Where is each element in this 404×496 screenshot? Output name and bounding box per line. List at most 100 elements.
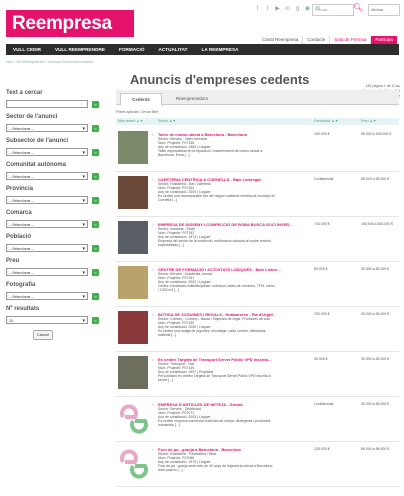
facebook-icon[interactable]: f: [254, 6, 261, 13]
go-button[interactable]: »: [92, 220, 99, 228]
sort-facturacio[interactable]: Facturació ▲▼: [314, 118, 338, 125]
listing-thumbnail[interactable]: [118, 311, 148, 344]
search-sidebar: Text a cercar » Sector de l'anunci -- Sel…: [6, 84, 102, 340]
youtube-icon[interactable]: ▶: [274, 6, 281, 13]
listing-thumbnail[interactable]: [118, 446, 148, 479]
favorite-icon[interactable]: ☆: [151, 448, 155, 452]
listing-price: 65.000 a 95.000 €: [361, 447, 390, 451]
text-search-label: Text a cercar: [6, 90, 43, 96]
listing-more[interactable]: Barcelona. Encà [...]: [158, 153, 190, 157]
filter-label: Població: [6, 234, 32, 240]
breadcrumb[interactable]: Inici > Vull Reemprendre > Anuncis d'emp…: [6, 60, 93, 64]
favorite-icon[interactable]: ☆: [151, 178, 155, 182]
list-item[interactable]: ☆ EMPRESA D'ARTICLES DE NETEJA - Girona Se…: [116, 397, 399, 442]
filter-select[interactable]: -- Seleccionar -- ▾: [6, 196, 88, 204]
listing-more[interactable]: servei [...]: [158, 378, 173, 382]
listing-thumbnail[interactable]: [118, 266, 148, 299]
listing-facturacio: 100.000 €: [314, 132, 330, 136]
listing-thumbnail[interactable]: [118, 176, 148, 209]
reempresa-logo[interactable]: Reempresa: [6, 10, 134, 37]
chevron-down-icon: ▾: [82, 246, 85, 252]
rss-icon[interactable]: ◉: [304, 6, 311, 13]
favorite-icon[interactable]: ☆: [151, 403, 155, 407]
filter-row: -- Seleccionar -- ▾ »: [6, 148, 102, 156]
filter-select[interactable]: -- Seleccionar -- ▾: [6, 124, 88, 132]
nav-formacio[interactable]: FORMACIÓ: [112, 47, 152, 52]
go-button[interactable]: »: [92, 316, 99, 324]
go-button[interactable]: »: [92, 244, 99, 252]
list-item[interactable]: ☆ Es cedeix Targeta de Transport Servei P…: [116, 352, 399, 397]
chevron-down-icon: ▾: [82, 126, 85, 132]
filter-row: -- Seleccionar -- ▾ »: [6, 124, 102, 132]
tab-reemprenedors[interactable]: Reemprenedors: [162, 93, 222, 104]
listing-thumbnail[interactable]: [118, 221, 148, 254]
listing-more[interactable]: Cornellà [...]: [158, 198, 177, 202]
favorite-icon[interactable]: ☆: [151, 313, 155, 317]
favorite-icon[interactable]: ☆: [151, 133, 155, 137]
listing-thumbnail[interactable]: [118, 401, 148, 434]
participa-button[interactable]: Participa: [371, 36, 397, 44]
filter-select-value: -- Seleccionar --: [9, 127, 34, 131]
filter-select[interactable]: -- Seleccionar -- ▾: [6, 220, 88, 228]
go-button[interactable]: »: [92, 268, 99, 276]
go-button[interactable]: »: [92, 100, 99, 108]
favorite-icon[interactable]: ☆: [151, 223, 155, 227]
favorite-icon[interactable]: ☆: [151, 268, 155, 272]
go-button[interactable]: »: [92, 172, 99, 180]
list-item[interactable]: ☆ EMPRESA DE DISSENY I CONFECCIÓ DE ROBA …: [116, 217, 399, 262]
list-item[interactable]: ☆ Forn de pa - granja a Barcelona - Barce…: [116, 442, 399, 487]
listing-facturacio: 230.000 €: [314, 312, 330, 316]
filter-select[interactable]: -- Seleccionar -- ▾: [6, 292, 88, 300]
listing-more[interactable]: amb posició [...]: [158, 468, 183, 472]
nav-vull-cedir[interactable]: VULL CEDIR: [6, 47, 48, 52]
filter-select[interactable]: -- Seleccionar -- ▾: [6, 172, 88, 180]
go-button[interactable]: »: [92, 196, 99, 204]
google-plus-icon[interactable]: g: [294, 6, 301, 13]
tab-cedents[interactable]: Cedents: [120, 93, 162, 106]
filter-row: -- Seleccionar -- ▾ »: [6, 220, 102, 228]
search-input[interactable]: Cercar...: [312, 4, 354, 16]
filter-select[interactable]: -- Seleccionar -- ▾: [6, 268, 88, 276]
top-links: Canal Reempresa Contacte Sala de Premsa …: [258, 36, 397, 44]
listing-thumbnail[interactable]: [118, 356, 148, 389]
filter-select[interactable]: -- Seleccionar -- ▾: [6, 244, 88, 252]
cancel-button[interactable]: Cancel: [33, 330, 53, 340]
nav-vull-reemprendre[interactable]: VULL REEMPRENDRE: [48, 47, 112, 52]
linkedin-icon[interactable]: in: [284, 6, 291, 13]
link-contacte[interactable]: Contacte: [303, 36, 331, 44]
listing-facturacio: Confidencial: [314, 402, 334, 406]
link-canal-reempresa[interactable]: Canal Reempresa: [258, 36, 304, 44]
favorite-icon[interactable]: ☆: [151, 358, 155, 362]
listing-more[interactable]: especialitzac [...]: [158, 243, 184, 247]
listing-more[interactable]: material [...]: [158, 333, 176, 337]
listing-list: ☆ Taller de motos ubicat a Barcelona - Ba…: [116, 127, 399, 487]
sort-recent[interactable]: Més recent ▲▼: [118, 118, 143, 125]
sort-sector[interactable]: Sector ▲▼: [158, 118, 176, 125]
filter-label: Comarca: [6, 210, 32, 216]
go-button[interactable]: »: [92, 124, 99, 132]
twitter-icon[interactable]: t: [264, 6, 271, 13]
link-sala-premsa[interactable]: Sala de Premsa: [330, 36, 372, 44]
nav-actualitat[interactable]: ACTUALITAT: [152, 47, 195, 52]
list-item[interactable]: ☆ BOTIGA DE JOGUINES I REGALS - Hotbarrer…: [116, 307, 399, 352]
list-item[interactable]: ☆ CENTRE DE FORMACIÓ I ACTIVITATS LÚDIQUE…: [116, 262, 399, 307]
filter-label: Preu: [6, 258, 20, 264]
chevron-down-icon: ▾: [82, 174, 85, 180]
list-item[interactable]: ☆ CAFETERIA CÈNTRICA A CORNELLÀ - Baix Ll…: [116, 172, 399, 217]
go-button[interactable]: »: [92, 148, 99, 156]
filter-select[interactable]: -- Seleccionar -- ▾: [6, 148, 88, 156]
list-item[interactable]: ☆ Taller de motos ubicat a Barcelona - Ba…: [116, 127, 399, 172]
filter-select[interactable]: 20 ▾: [6, 316, 88, 324]
go-button[interactable]: »: [92, 292, 99, 300]
nav-la-reempresa[interactable]: LA REEMPRESA: [195, 47, 246, 52]
language-select[interactable]: Idioma: [368, 4, 400, 16]
chevron-down-icon: ▾: [82, 222, 85, 228]
filter-select-value: -- Seleccionar --: [9, 247, 34, 251]
listing-more[interactable]: i 1200 m2 [...]: [158, 288, 179, 292]
search-icon[interactable]: 🔍︎: [353, 3, 363, 13]
listing-more[interactable]: industrials [...]: [158, 423, 180, 427]
sort-preu[interactable]: Preu ▲▼: [361, 118, 376, 125]
listing-thumbnail[interactable]: [118, 131, 148, 164]
text-search-input[interactable]: [6, 100, 88, 108]
listing-facturacio: 744.000 €: [314, 222, 330, 226]
